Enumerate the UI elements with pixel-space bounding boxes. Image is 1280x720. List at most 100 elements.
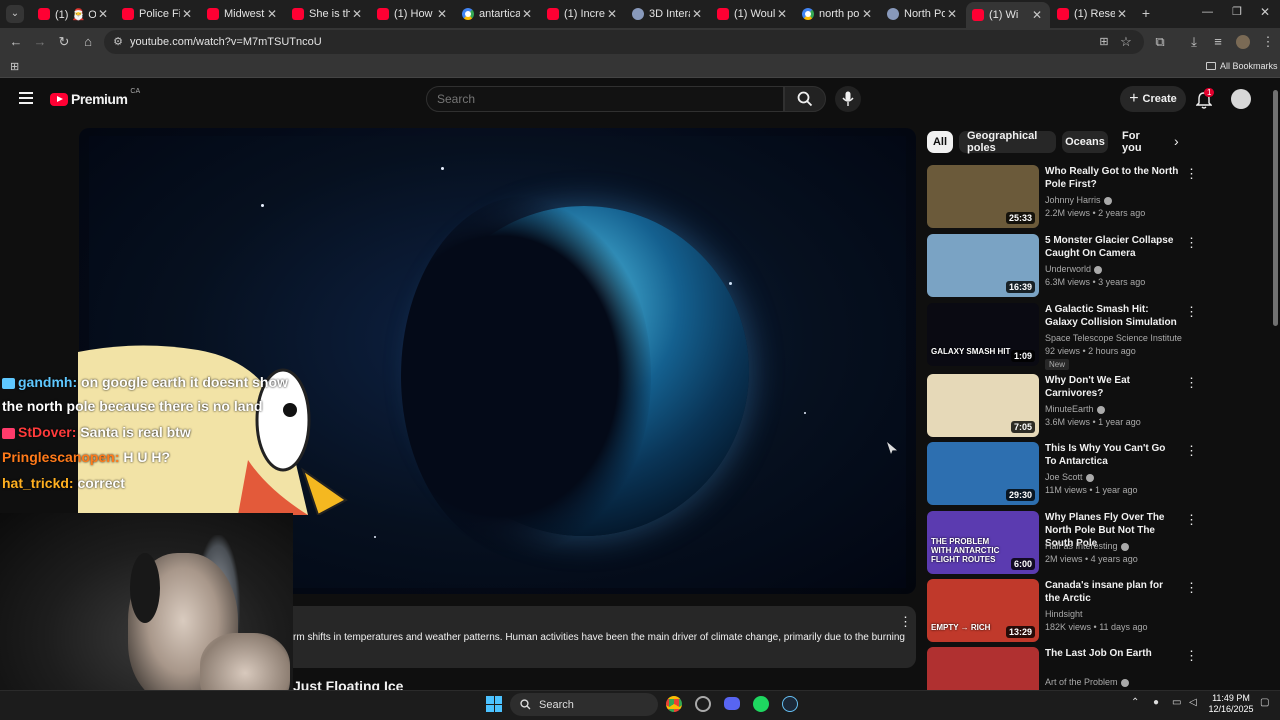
browser-tab[interactable]: (1) Wi ✕ [966,2,1050,28]
recommendation-title[interactable]: Why Don't We Eat Carnivores? [1045,374,1179,400]
video-thumbnail[interactable]: EMPTY → RICH 13:29 [927,579,1039,642]
close-tab-icon[interactable]: ✕ [96,7,110,21]
search-button[interactable] [784,86,826,112]
browser-menu-icon[interactable]: ⋮ [1260,34,1276,50]
description-more-icon[interactable]: ⋮ [899,614,912,630]
close-tab-icon[interactable]: ✕ [605,7,619,21]
mic-tray-icon[interactable]: ● [1153,697,1159,708]
channel-name[interactable]: Art of the Problem [1045,677,1129,687]
forward-icon[interactable]: → [32,34,48,50]
notification-center-icon[interactable]: ▢ [1260,697,1269,708]
more-actions-icon[interactable]: ⋮ [1185,581,1198,597]
network-icon[interactable]: ▭ [1172,697,1181,708]
more-actions-icon[interactable]: ⋮ [1185,236,1198,252]
recommendation-item[interactable]: 7:05 Why Don't We Eat Carnivores? MinuteEa… [927,374,1267,438]
new-tab-button[interactable]: + [1139,6,1153,20]
scrollbar-thumb[interactable] [1273,90,1278,326]
home-icon[interactable]: ⌂ [80,34,96,50]
browser-tab[interactable]: (1) 🎅 Our✕ [32,3,116,25]
close-tab-icon[interactable]: ✕ [520,7,534,21]
spotify-icon[interactable] [753,696,769,712]
create-button[interactable]: + Create [1120,86,1186,112]
more-actions-icon[interactable]: ⋮ [1185,649,1198,665]
video-thumbnail[interactable]: GALAXY SMASH HIT 1:09 [927,303,1039,366]
url-text[interactable]: youtube.com/watch?v=M7mTSUTncoU [130,36,322,48]
browser-tab[interactable]: She is the✕ [286,3,370,25]
recommendation-item[interactable]: THE PROBLEM WITH ANTARCTIC FLIGHT ROUTES… [927,511,1267,575]
recommendation-item[interactable]: EMPTY → RICH 13:29 Canada's insane plan fo… [927,579,1267,643]
apps-grid-icon[interactable]: ⊞ [10,60,19,73]
close-tab-icon[interactable]: ✕ [435,7,449,21]
close-tab-icon[interactable]: ✕ [1030,8,1044,22]
chips-next-icon[interactable]: › [1174,133,1179,149]
video-thumbnail[interactable]: THE PROBLEM WITH ANTARCTIC FLIGHT ROUTES… [927,511,1039,574]
browser-tab[interactable]: (1) How O✕ [371,3,455,25]
maximize-button[interactable]: ❐ [1232,5,1242,18]
recommendation-title[interactable]: The Last Job On Earth [1045,647,1179,660]
voice-search-button[interactable] [835,86,861,112]
video-thumbnail[interactable]: 25:33 [927,165,1039,228]
channel-name[interactable]: MinuteEarth [1045,404,1105,414]
tab-search-button[interactable]: ⌄ [6,5,24,23]
close-tab-icon[interactable]: ✕ [945,7,959,21]
taskbar-app-icon[interactable] [695,696,711,712]
downloads-icon[interactable]: ⤓ [1186,34,1202,50]
chip-geographical-poles[interactable]: Geographical poles [959,130,1056,154]
windows-start-icon[interactable] [486,696,502,712]
recommendation-title[interactable]: 5 Monster Glacier Collapse Caught On Cam… [1045,234,1179,260]
browser-tab[interactable]: 3D Interac✕ [626,3,710,25]
channel-name[interactable]: Hindsight [1045,609,1083,619]
more-actions-icon[interactable]: ⋮ [1185,513,1198,529]
channel-name[interactable]: Space Telescope Science Institute [1045,333,1182,343]
close-tab-icon[interactable]: ✕ [1115,7,1129,21]
more-actions-icon[interactable]: ⋮ [1185,167,1198,183]
guide-menu-icon[interactable] [19,92,33,104]
volume-icon[interactable]: ◁ [1189,697,1197,708]
channel-name[interactable]: Johnny Harris [1045,195,1112,205]
close-tab-icon[interactable]: ✕ [350,7,364,21]
steam-icon[interactable] [782,696,798,712]
browser-tab[interactable]: North Pol✕ [881,3,965,25]
profile-avatar[interactable] [1236,35,1250,49]
channel-name[interactable]: Underworld [1045,264,1103,274]
media-control-icon[interactable]: ≡ [1210,34,1226,50]
more-actions-icon[interactable]: ⋮ [1185,444,1198,460]
back-icon[interactable]: ← [8,34,24,50]
taskbar-search[interactable]: Search [510,693,658,716]
chip-for-you[interactable]: For you [1114,130,1162,154]
recommendation-item[interactable]: 16:39 5 Monster Glacier Collapse Caught O… [927,234,1267,298]
discord-icon[interactable] [724,697,740,710]
reload-icon[interactable]: ↻ [56,34,72,50]
chrome-taskbar-icon[interactable] [666,696,682,712]
bookmark-star-icon[interactable]: ☆ [1118,34,1134,50]
search-input[interactable] [427,87,783,111]
close-tab-icon[interactable]: ✕ [690,7,704,21]
recommendation-title[interactable]: Who Really Got to the North Pole First? [1045,165,1179,191]
browser-tab[interactable]: Midwest S✕ [201,3,285,25]
recommendation-title[interactable]: This Is Why You Can't Go To Antarctica [1045,442,1179,468]
youtube-logo[interactable]: Premium CA [50,88,140,107]
browser-tab[interactable]: north pole✕ [796,3,880,25]
recommendation-title[interactable]: Canada's insane plan for the Arctic [1045,579,1179,605]
more-actions-icon[interactable]: ⋮ [1185,376,1198,392]
recommendation-item[interactable]: 25:33 Who Really Got to the North Pole Fi… [927,165,1267,229]
close-tab-icon[interactable]: ✕ [775,7,789,21]
close-window-button[interactable]: ✕ [1260,5,1270,19]
account-avatar[interactable] [1231,89,1251,109]
close-tab-icon[interactable]: ✕ [265,7,279,21]
extensions-icon[interactable]: ⧉ [1152,34,1168,50]
browser-tab[interactable]: (1) Would✕ [711,3,795,25]
browser-tab[interactable]: (1) Incredi✕ [541,3,625,25]
minimize-button[interactable]: — [1202,6,1213,18]
channel-name[interactable]: Joe Scott [1045,472,1094,482]
close-tab-icon[interactable]: ✕ [180,7,194,21]
recommendation-item[interactable]: 29:30 This Is Why You Can't Go To Antarct… [927,442,1267,506]
recommendation-item[interactable]: GALAXY SMASH HIT 1:09 A Galactic Smash Hit… [927,303,1267,370]
more-actions-icon[interactable]: ⋮ [1185,305,1198,321]
install-app-icon[interactable]: ⊞ [1096,34,1112,50]
chip-oceans[interactable]: Oceans [1062,131,1108,153]
taskbar-clock[interactable]: 11:49 PM 12/16/2025 [1206,693,1256,715]
video-thumbnail[interactable]: 7:05 [927,374,1039,437]
channel-name[interactable]: Half as Interesting [1045,541,1129,551]
site-info-icon[interactable]: ⚙ [110,34,126,50]
